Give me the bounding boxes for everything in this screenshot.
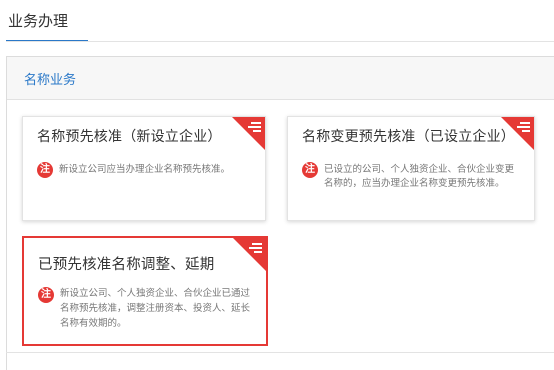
card-approved-name-adjust-extend[interactable]: 已预先核准名称调整、延期 注 新设立公司、个人独资企业、合伙企业已通过名称预先核… — [22, 236, 268, 346]
card-note: 新设立公司应当办理企业名称预先核准。 — [59, 164, 231, 175]
note-badge-icon: 注 — [37, 162, 53, 178]
note-badge-icon: 注 — [38, 287, 54, 303]
card-title: 已预先核准名称调整、延期 — [38, 257, 215, 273]
panel-title: 名称业务 — [24, 73, 77, 88]
menu-lines-icon — [248, 243, 262, 255]
note-badge-icon: 注 — [302, 162, 318, 178]
tab-label: 业务办理 — [8, 12, 69, 30]
divider — [6, 41, 554, 42]
card-title: 名称预先核准（新设立企业） — [37, 129, 222, 145]
card-title: 名称变更预先核准（已设立企业） — [302, 129, 515, 145]
menu-lines-icon — [247, 122, 261, 134]
card-name-pre-approval-new[interactable]: 名称预先核准（新设立企业） 注 新设立公司应当办理企业名称预先核准。 — [22, 116, 266, 221]
panel-header: 名称业务 — [7, 57, 554, 100]
divider — [6, 352, 554, 353]
menu-lines-icon — [516, 122, 530, 134]
card-name-change-pre-approval[interactable]: 名称变更预先核准（已设立企业） 注 已设立的公司、个人独资企业、合伙企业变更名称… — [287, 116, 535, 221]
card-note: 新设立公司、个人独资企业、合伙企业已通过名称预先核准，调整注册资本、投资人、延长… — [60, 288, 251, 329]
card-note: 已设立的公司、个人独资企业、合伙企业变更名称的，应当办理企业名称变更预先核准。 — [324, 164, 515, 189]
tab-business-handling[interactable]: 业务办理 — [6, 0, 88, 42]
